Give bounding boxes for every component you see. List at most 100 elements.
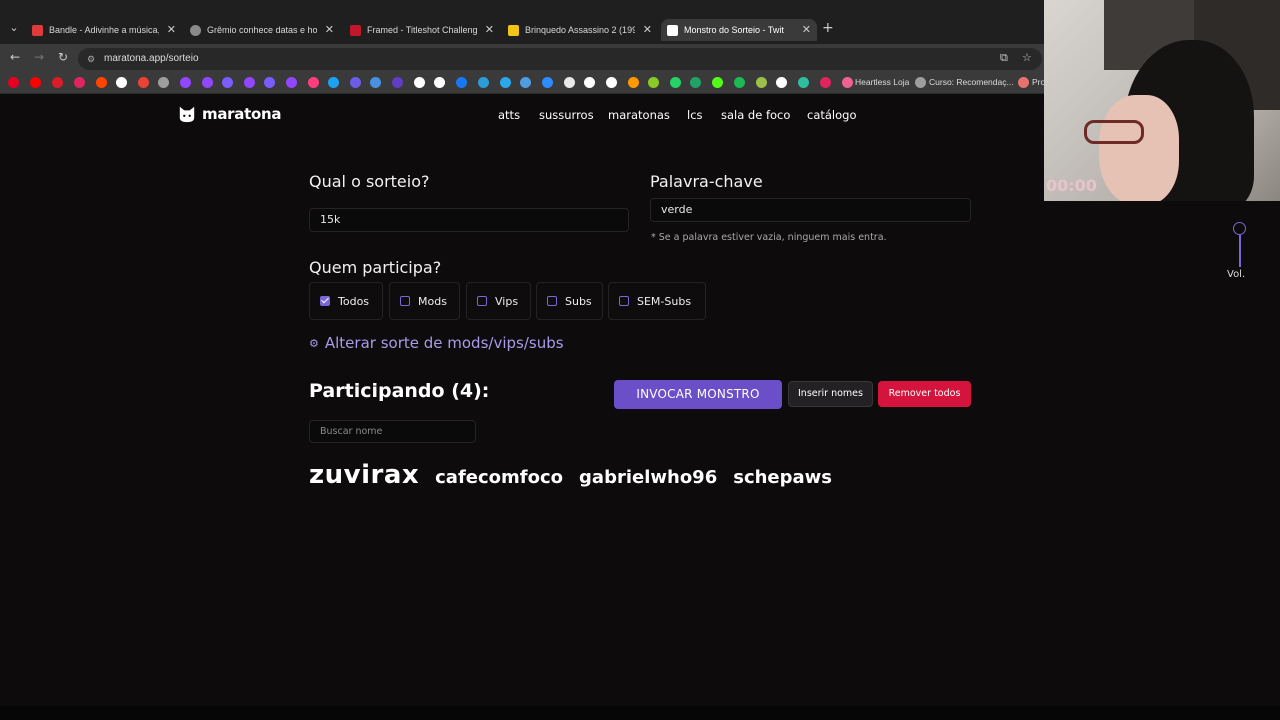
youtube-bookmark-icon[interactable] — [30, 77, 41, 88]
checkbox-todos[interactable]: Todos — [309, 282, 383, 320]
raffle-input-value: 15k — [320, 213, 341, 226]
volume-knob[interactable] — [1233, 222, 1246, 235]
bookmark-icon[interactable] — [392, 77, 403, 88]
twitch-bookmark-icon[interactable] — [202, 77, 213, 88]
bookmark-icon[interactable] — [370, 77, 381, 88]
bookmark-icon[interactable] — [74, 77, 85, 88]
url-field[interactable]: ⚙ maratona.app/sorteio — [78, 48, 1042, 70]
browser-tab[interactable]: Brinquedo Assassino 2 (1990) - ✕ — [502, 19, 658, 41]
bookmark-icon[interactable] — [478, 77, 489, 88]
raffle-input[interactable]: 15k — [309, 208, 629, 232]
site-logo[interactable]: maratona — [178, 105, 281, 123]
participant-list: zuvirax cafecomfoco gabrielwho96 schepaw… — [309, 460, 848, 490]
browser-tab[interactable]: Framed - Titleshot Challenge ✕ — [344, 19, 500, 41]
bookmark-icon[interactable] — [158, 77, 169, 88]
bookmark-icon[interactable] — [96, 77, 107, 88]
keyword-hint: * Se a palavra estiver vazia, ninguem ma… — [651, 232, 887, 243]
nav-link-lcs[interactable]: lcs — [687, 108, 703, 122]
search-name-input[interactable]: Buscar nome — [309, 420, 476, 443]
checkbox-vips[interactable]: Vips — [466, 282, 531, 320]
nav-link-catalogo[interactable]: catálogo — [807, 108, 857, 122]
checkbox-icon — [477, 296, 487, 306]
bookmark-icon[interactable] — [798, 77, 809, 88]
sheets-bookmark-icon[interactable] — [690, 77, 701, 88]
close-tab-icon[interactable]: ✕ — [485, 23, 494, 36]
checkbox-sem-subs[interactable]: SEM-Subs — [608, 282, 706, 320]
close-tab-icon[interactable]: ✕ — [167, 23, 176, 36]
install-app-icon[interactable]: ⧉ — [1000, 51, 1008, 65]
nav-link-maratonas[interactable]: maratonas — [608, 108, 670, 122]
forward-arrow-icon[interactable]: → — [34, 50, 44, 64]
participant-name[interactable]: schepaws — [733, 467, 832, 488]
spotify-bookmark-icon[interactable] — [734, 77, 745, 88]
bookmark-icon[interactable] — [434, 77, 445, 88]
bookmark-icon[interactable] — [776, 77, 787, 88]
luck-settings-link[interactable]: ⚙ Alterar sorte de mods/vips/subs — [309, 334, 564, 352]
tab-favicon-icon — [508, 24, 519, 36]
participant-name[interactable]: cafecomfoco — [435, 467, 563, 488]
luck-settings-label: Alterar sorte de mods/vips/subs — [324, 334, 564, 352]
insert-names-button[interactable]: Inserir nomes — [788, 381, 873, 407]
bookmark-curso[interactable]: Curso: Recomendaç... — [929, 77, 1014, 87]
bookmark-icon[interactable] — [456, 77, 467, 88]
close-tab-icon[interactable]: ✕ — [802, 23, 811, 36]
participant-name[interactable]: gabrielwho96 — [579, 467, 717, 488]
telegram-bookmark-icon[interactable] — [500, 77, 511, 88]
kick-bookmark-icon[interactable] — [712, 77, 723, 88]
nav-link-sussurros[interactable]: sussurros — [539, 108, 594, 122]
checkbox-label: SEM-Subs — [637, 294, 692, 308]
whatsapp-bookmark-icon[interactable] — [670, 77, 681, 88]
browser-tab-active[interactable]: Monstro do Sorteio - Twitch ✕ — [661, 19, 817, 41]
new-tab-plus-icon[interactable]: + — [822, 20, 834, 36]
bookmark-icon[interactable] — [648, 77, 659, 88]
bookmark-star-icon[interactable]: ☆ — [1022, 51, 1032, 64]
participants-label: Quem participa? — [309, 258, 442, 277]
back-arrow-icon[interactable]: ← — [10, 50, 20, 64]
keyword-input[interactable]: verde — [650, 198, 971, 222]
site-info-icon[interactable]: ⚙ — [87, 48, 95, 70]
tab-title: Monstro do Sorteio - Twitch — [684, 25, 784, 35]
nav-link-sala-de-foco[interactable]: sala de foco — [721, 108, 790, 122]
bookmark-icon[interactable] — [244, 77, 255, 88]
bookmark-icon[interactable] — [584, 77, 595, 88]
close-tab-icon[interactable]: ✕ — [325, 23, 334, 36]
bookmark-icon[interactable] — [264, 77, 275, 88]
participant-name[interactable]: zuvirax — [309, 460, 419, 490]
bookmark-icon[interactable] — [350, 77, 361, 88]
checkbox-subs[interactable]: Subs — [536, 282, 603, 320]
pinterest-bookmark-icon[interactable] — [8, 77, 19, 88]
bookmark-icon[interactable] — [756, 77, 767, 88]
bookmark-icon[interactable] — [520, 77, 531, 88]
bookmark-icon[interactable] — [628, 77, 639, 88]
bookmark-icon[interactable] — [542, 77, 553, 88]
bookmark-icon[interactable] — [606, 77, 617, 88]
tab-search-chevron-icon[interactable]: ⌄ — [4, 18, 24, 38]
search-placeholder: Buscar nome — [320, 426, 383, 437]
bottom-strip — [0, 706, 1280, 720]
bookmark-icon[interactable] — [328, 77, 339, 88]
tab-favicon-icon — [32, 24, 43, 36]
reload-icon[interactable]: ↻ — [58, 50, 68, 64]
bookmark-icon[interactable] — [138, 77, 149, 88]
checkbox-mods[interactable]: Mods — [389, 282, 460, 320]
bookmark-icon[interactable] — [820, 77, 831, 88]
remove-all-button[interactable]: Remover todos — [878, 381, 971, 407]
bookmark-icon[interactable] — [564, 77, 575, 88]
bookmark-icon[interactable] — [222, 77, 233, 88]
bookmark-icon[interactable] — [915, 77, 926, 88]
bookmark-icon[interactable] — [1018, 77, 1029, 88]
bookmark-icon[interactable] — [414, 77, 425, 88]
close-tab-icon[interactable]: ✕ — [643, 23, 652, 36]
bookmark-icon[interactable] — [286, 77, 297, 88]
bookmark-icon[interactable] — [308, 77, 319, 88]
invoke-monster-button[interactable]: INVOCAR MONSTRO — [614, 380, 782, 409]
heart-bookmark-icon[interactable] — [842, 77, 853, 88]
bookmark-icon[interactable] — [180, 77, 191, 88]
bookmark-icon[interactable] — [52, 77, 63, 88]
volume-track[interactable] — [1239, 235, 1241, 267]
bookmark-heartless-loja[interactable]: Heartless Loja — [855, 77, 909, 87]
browser-tab[interactable]: Bandle - Adivinhe a música, um ✕ — [26, 19, 182, 41]
nav-link-atts[interactable]: atts — [498, 108, 520, 122]
browser-tab[interactable]: Grêmio conhece datas e horári ✕ — [184, 19, 340, 41]
bookmark-icon[interactable] — [116, 77, 127, 88]
